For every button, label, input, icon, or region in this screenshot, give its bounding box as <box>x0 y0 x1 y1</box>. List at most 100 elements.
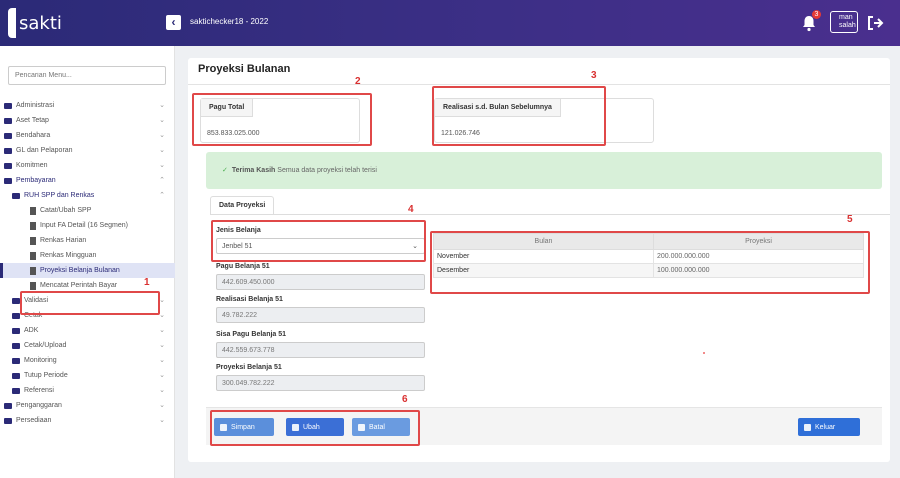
folder-icon <box>4 417 12 424</box>
chevron-up-icon: ⌃ <box>159 177 165 184</box>
sidebar-item-label: Persediaan <box>16 417 52 424</box>
folder-open-icon <box>12 192 20 199</box>
proyeksi-belanja-field: 300.049.782.222 <box>216 375 425 391</box>
chevron-down-icon: ⌄ <box>159 162 165 169</box>
annotation-box-2 <box>192 93 372 146</box>
page-title: Proyeksi Bulanan <box>198 63 291 75</box>
app-window: sakti ‹ saktichecker18 - 2022 3 man sala… <box>0 0 900 478</box>
folder-icon <box>12 372 20 379</box>
document-icon <box>30 221 36 230</box>
sidebar-item-gl-pelaporan[interactable]: GL dan Pelaporan ⌄ <box>0 143 175 158</box>
chevron-down-icon: ⌄ <box>159 147 165 154</box>
decorative-dot <box>703 352 705 354</box>
sidebar-item-persediaan[interactable]: Persediaan ⌄ <box>0 413 175 428</box>
chevron-down-icon: ⌄ <box>159 102 165 109</box>
tab-data-proyeksi[interactable]: Data Proyeksi <box>210 196 275 214</box>
realisasi-belanja-label: Realisasi Belanja 51 <box>216 296 283 303</box>
sidebar-item-adk[interactable]: ADK ⌄ <box>0 323 175 338</box>
sidebar-item-aset-tetap[interactable]: Aset Tetap ⌄ <box>0 113 175 128</box>
keluar-button[interactable]: Keluar <box>798 418 860 436</box>
keluar-label: Keluar <box>815 423 836 431</box>
success-alert: ✓ Terima Kasih Semua data proyeksi telah … <box>206 152 882 189</box>
alert-message: Semua data proyeksi telah terisi <box>277 167 377 174</box>
sidebar-item-label: Proyeksi Belanja Bulanan <box>40 267 120 274</box>
sisa-pagu-label: Sisa Pagu Belanja 51 <box>216 331 287 338</box>
folder-icon <box>12 297 20 304</box>
sidebar-item-input-fa[interactable]: Input FA Detail (16 Segmen) <box>0 218 175 233</box>
document-icon <box>30 236 36 245</box>
annotation-box-6 <box>210 410 420 446</box>
chevron-down-icon: ⌄ <box>159 117 165 124</box>
chevron-down-icon: ⌄ <box>159 387 165 394</box>
notification-badge: 3 <box>812 10 821 19</box>
document-icon <box>30 251 36 260</box>
chevron-down-icon: ⌄ <box>159 132 165 139</box>
sidebar-item-label: Aset Tetap <box>16 117 49 124</box>
sidebar-item-label: Tutup Periode <box>24 372 68 379</box>
sidebar-item-referensi[interactable]: Referensi ⌄ <box>0 383 175 398</box>
chevron-down-icon: ⌄ <box>159 312 165 319</box>
annotation-box-5 <box>430 231 870 294</box>
breadcrumb: saktichecker18 - 2022 <box>190 17 269 26</box>
menu-search-input[interactable] <box>8 66 166 85</box>
sidebar-item-label: Input FA Detail (16 Segmen) <box>40 222 128 229</box>
chevron-down-icon: ⌄ <box>159 342 165 349</box>
sidebar-item-catat-spp[interactable]: Catat/Ubah SPP <box>0 203 175 218</box>
sidebar-item-label: Renkas Harian <box>40 237 87 244</box>
sidebar-item-administrasi[interactable]: Administrasi ⌄ <box>0 98 175 113</box>
folder-icon <box>12 327 20 334</box>
sidebar-item-label: Pembayaran <box>16 177 56 184</box>
divider <box>188 84 890 85</box>
chevron-up-icon: ⌃ <box>159 192 165 199</box>
document-icon <box>30 266 36 275</box>
chevron-down-icon: ⌄ <box>159 402 165 409</box>
annotation-number-5: 5 <box>847 214 853 225</box>
sidebar-item-penganggaran[interactable]: Penganggaran ⌄ <box>0 398 175 413</box>
app-logo[interactable]: sakti <box>8 7 78 39</box>
sidebar-item-pembayaran[interactable]: Pembayaran ⌃ <box>0 173 175 188</box>
annotation-number-1: 1 <box>144 277 150 288</box>
folder-icon <box>4 117 12 124</box>
sidebar-item-renkas-harian[interactable]: Renkas Harian <box>0 233 175 248</box>
chevron-down-icon: ⌄ <box>159 297 165 304</box>
folder-icon <box>12 357 20 364</box>
sidebar-item-monitoring[interactable]: Monitoring ⌄ <box>0 353 175 368</box>
sidebar-item-renkas-mingguan[interactable]: Renkas Mingguan <box>0 248 175 263</box>
realisasi-belanja-field: 49.782.222 <box>216 307 425 323</box>
annotation-number-2: 2 <box>355 76 361 87</box>
sidebar-item-label: Referensi <box>24 387 54 394</box>
alert-title: Terima Kasih <box>231 167 276 174</box>
annotation-number-3: 3 <box>591 70 597 81</box>
sidebar-item-label: Komitmen <box>16 162 48 169</box>
folder-icon <box>12 387 20 394</box>
folder-icon <box>4 102 12 109</box>
sidebar-item-label: Monitoring <box>24 357 57 364</box>
folder-icon <box>12 312 20 319</box>
annotation-box-3 <box>432 86 606 146</box>
sidebar-item-label: Penganggaran <box>16 402 62 409</box>
logout-icon[interactable] <box>866 14 884 32</box>
sidebar-item-label: Mencatat Perintah Bayar <box>40 282 118 289</box>
folder-icon <box>4 147 12 154</box>
sidebar-item-label: Bendahara <box>16 132 51 139</box>
sidebar-toggle-icon[interactable]: ‹ <box>166 15 181 30</box>
user-menu[interactable]: man salah <box>830 11 858 33</box>
logo-mark <box>8 8 16 38</box>
sidebar-item-komitmen[interactable]: Komitmen ⌄ <box>0 158 175 173</box>
sidebar-item-cetak-upload[interactable]: Cetak/Upload ⌄ <box>0 338 175 353</box>
sisa-pagu-field: 442.559.673.778 <box>216 342 425 358</box>
proyeksi-belanja-label: Proyeksi Belanja 51 <box>216 364 282 371</box>
sidebar-item-tutup-periode[interactable]: Tutup Periode ⌄ <box>0 368 175 383</box>
sidebar-item-label: RUH SPP dan Renkas <box>24 192 95 199</box>
tab-divider <box>210 214 890 215</box>
sidebar-item-proyeksi-belanja[interactable]: Proyeksi Belanja Bulanan <box>0 263 175 278</box>
sidebar-menu: Administrasi ⌄ Aset Tetap ⌄ Bendahara ⌄ GL … <box>0 98 175 428</box>
chevron-down-icon: ⌄ <box>159 417 165 424</box>
sidebar-item-bendahara[interactable]: Bendahara ⌄ <box>0 128 175 143</box>
sidebar-item-ruh-spp[interactable]: RUH SPP dan Renkas ⌃ <box>0 188 175 203</box>
exit-icon <box>804 423 811 431</box>
sidebar-item-label: GL dan Pelaporan <box>16 147 73 154</box>
folder-icon <box>4 132 12 139</box>
chevron-down-icon: ⌄ <box>159 327 165 334</box>
pagu-belanja-field: 442.609.450.000 <box>216 274 425 290</box>
